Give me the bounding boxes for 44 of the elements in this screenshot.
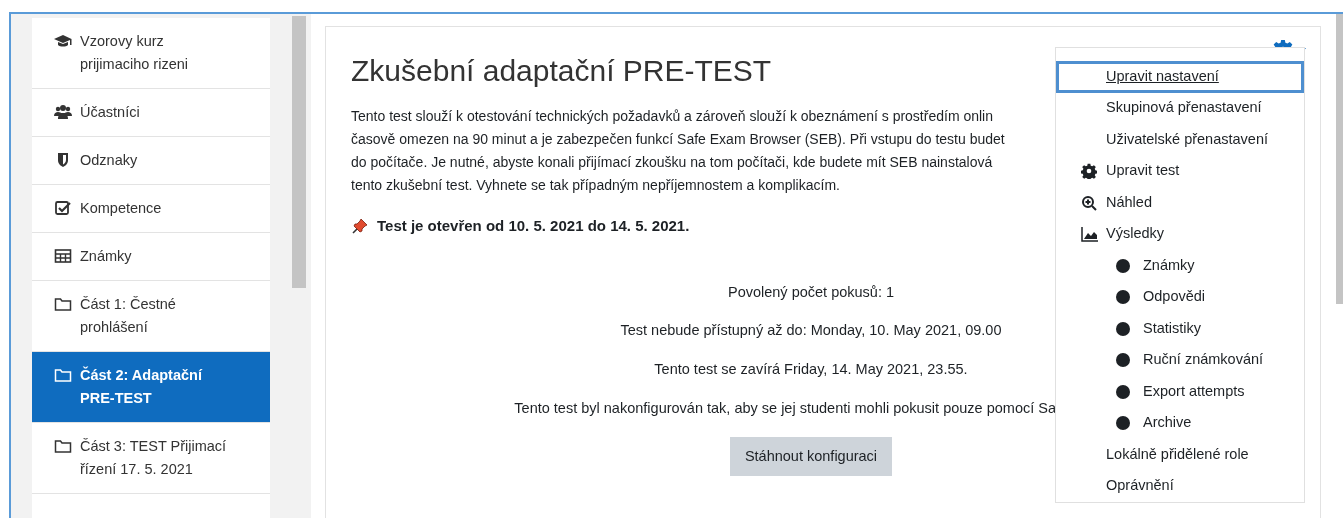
bullet-icon xyxy=(1116,384,1130,399)
intro-text-line: časově omezen na 90 minut a je zabezpečen funkcí Safe Exam Browser (SEB). Při vstupu do testu budet xyxy=(351,130,1005,149)
sidebar-item[interactable]: Část 3: TEST Přijimací řízení 17. 5. 2021 xyxy=(32,423,270,494)
menu-item[interactable]: Skupinová přenastavení xyxy=(1056,92,1304,124)
menu-item[interactable]: Export attempts xyxy=(1056,376,1304,408)
menu-item[interactable]: Statistiky xyxy=(1056,313,1304,345)
sidebar-item[interactable]: Kompetence xyxy=(32,185,270,233)
menu-item[interactable]: Výsledky xyxy=(1056,218,1304,250)
intro-text-line: tento zkušební test. Vyhnete se tak případným nepříjemnostem a komplikacím. xyxy=(351,176,840,195)
page-title: Zkušební adaptační PRE-TEST xyxy=(351,53,772,89)
menu-item[interactable]: Známky xyxy=(1056,250,1304,282)
download-config-button[interactable]: Stáhnout konfiguraci xyxy=(729,436,893,477)
open-notice: Test je otevřen od 10. 5. 2021 do 14. 5. 2021. xyxy=(377,216,690,236)
bullet-icon xyxy=(1116,416,1130,431)
sidebar-item[interactable]: Část 2: Adaptační PRE-TEST xyxy=(32,352,270,423)
menu-item[interactable]: Náhled xyxy=(1056,187,1304,219)
menu-item[interactable]: Ruční známkování xyxy=(1056,344,1304,376)
cog-icon xyxy=(1081,163,1099,180)
area-chart-icon xyxy=(1081,226,1099,243)
bullet-icon xyxy=(1116,321,1130,336)
sidebar-item[interactable]: Účastníci xyxy=(32,89,270,137)
info-text: Povolený počet pokusů: 1 xyxy=(727,282,895,302)
menu-item[interactable]: Uživatelské přenastavení xyxy=(1056,124,1304,156)
bullet-icon xyxy=(1116,353,1130,368)
intro-text-line: do počítače. Je nutné, abyste konali přijímací zkoušku na tom počítači, kde budete mít SEB nainstalová xyxy=(351,153,993,172)
info-text: Test nebude přístupný až do: Monday, 10. May 2021, 09.00 xyxy=(620,321,1002,341)
menu-item[interactable]: Upravit test xyxy=(1056,155,1304,187)
bullet-icon xyxy=(1116,258,1130,273)
sidebar-item[interactable]: Vzorovy kurz prijimaciho rizeni xyxy=(32,18,270,89)
menu-item[interactable]: Archive xyxy=(1056,407,1304,439)
menu-item[interactable]: Oprávnění xyxy=(1056,470,1304,502)
scrollbar-thumb[interactable] xyxy=(292,16,306,288)
sidebar-item[interactable]: Odznaky xyxy=(32,137,270,185)
bullet-icon xyxy=(1116,290,1130,305)
scrollbar-thumb[interactable] xyxy=(1336,14,1343,304)
info-text: Tento test se zavírá Friday, 14. May 2021, 23.55. xyxy=(654,360,968,379)
menu-item[interactable]: Lokálně přidělené role xyxy=(1056,439,1304,471)
sidebar-item[interactable]: Známky xyxy=(32,233,270,281)
intro-text-line: Tento test slouží k otestování technických požadavků a zároveň slouží k obeznámení s prostředím onlin xyxy=(351,107,993,126)
zoom-in-icon xyxy=(1081,194,1099,211)
info-text: Tento test byl nakonfigurován tak, aby se jej studenti mohli pokusit pouze pomocí Sa xyxy=(514,398,1056,418)
menu-item[interactable]: Upravit nastavení xyxy=(1056,61,1304,93)
pushpin-icon xyxy=(351,217,369,236)
menu-item[interactable]: Odpovědi xyxy=(1056,281,1304,313)
